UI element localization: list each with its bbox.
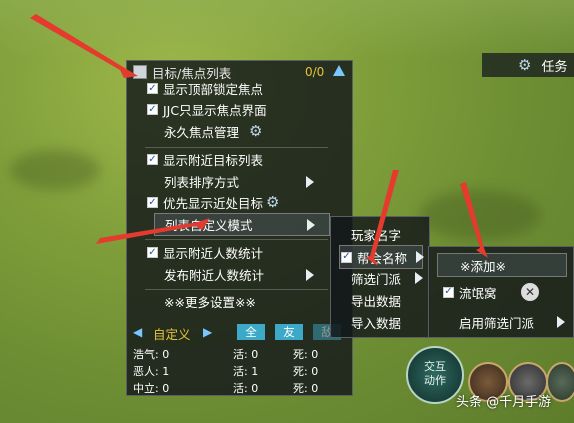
menu-item-show-top-lock[interactable]: ✓ 显示顶部锁定焦点 [147, 78, 263, 99]
target-count: 0/0 [305, 65, 325, 79]
menu-item-label: JJC只显示焦点界面 [163, 103, 267, 118]
menu-item-label: 帮会名称 [357, 250, 408, 266]
submenu-item-export-data[interactable]: 导出数据 [339, 289, 423, 311]
chevron-right-icon [307, 218, 315, 231]
menu-item-label: 显示附近目标列表 [163, 153, 264, 168]
menu-item-label: 导出数据 [351, 293, 402, 309]
submenu-item-guild-name[interactable]: ✓ 帮会名称 [339, 245, 424, 269]
divider [145, 239, 328, 240]
divider [145, 289, 328, 290]
menu-item-show-nearby-count[interactable]: ✓ 显示附近人数统计 [147, 242, 263, 263]
menu-item-show-nearby-targets[interactable]: ✓ 显示附近目标列表 [147, 149, 263, 170]
checkbox[interactable]: ✓ [341, 251, 352, 263]
watermark: 头条 @千月手游 [456, 395, 552, 410]
stat-cell: 中立: 0 [133, 382, 170, 395]
chevron-right-icon[interactable]: ▶ [203, 325, 212, 339]
gear-icon[interactable]: ⚙ [518, 57, 531, 73]
submenu-guild: ※添加※ ✓ 流氓窝 ✕ 启用筛选门派 [428, 246, 574, 338]
submenu-item-import-data[interactable]: 导入数据 [339, 311, 423, 333]
terrain-shadow [420, 190, 540, 240]
menu-item-publish-nearby-count[interactable]: 发布附近人数统计 [164, 264, 344, 285]
checkbox[interactable]: ✓ [443, 286, 454, 298]
target-focus-panel: 目标/焦点列表 0/0 ✓ 显示顶部锁定焦点 ✓ JJC只显示焦点界面 永久焦点… [126, 60, 353, 396]
stat-cell: 浩气: 0 [133, 348, 170, 361]
game-background [0, 0, 574, 60]
submenu-item-player-name[interactable]: 玩家名字 [339, 223, 423, 245]
menu-item-label: 流氓窝 [459, 285, 497, 301]
filter-mode: 自定义 [153, 327, 191, 342]
collapse-arrow-icon[interactable] [333, 65, 345, 76]
menu-item-sort-method[interactable]: 列表排序方式 [164, 171, 344, 192]
chevron-right-icon [557, 316, 565, 328]
stat-cell: 活: 1 [233, 365, 259, 378]
stat-cell: 活: 0 [233, 382, 259, 395]
chevron-right-icon [416, 251, 424, 263]
menu-item-label: 导入数据 [351, 315, 402, 331]
menu-item-label: ※添加※ [460, 258, 506, 274]
menu-item-custom-mode[interactable]: 列表自定义模式 [154, 213, 330, 236]
menu-item-permanent-focus[interactable]: 永久焦点管理 ⚙ [164, 121, 262, 142]
checkbox[interactable]: ✓ [147, 104, 158, 115]
menu-item-label: 启用筛选门派 [459, 315, 535, 331]
checkbox[interactable]: ✓ [147, 154, 158, 165]
checkbox[interactable]: ✓ [147, 83, 158, 94]
task-label: 任务 [541, 59, 568, 75]
gear-icon[interactable]: ⚙ [266, 195, 279, 210]
action-label-line1: 交互 [424, 360, 446, 373]
task-panel-header[interactable]: ⚙ 任务 [482, 53, 574, 77]
chevron-left-icon[interactable]: ◀ [133, 325, 142, 339]
submenu-item-add[interactable]: ※添加※ [437, 253, 567, 277]
submenu-custom-mode: 玩家名字 ✓ 帮会名称 筛选门派 导出数据 导入数据 [330, 216, 430, 338]
menu-item-label: 优先显示近处目标 [163, 196, 264, 211]
tab-all[interactable]: 全 [237, 324, 265, 340]
menu-item-label: ※※更多设置※※ [164, 295, 256, 310]
menu-item-label: 永久焦点管理 [164, 125, 240, 140]
stat-cell: 死: 0 [293, 348, 319, 361]
menu-item-label: 列表自定义模式 [165, 218, 253, 233]
menu-item-jjc-focus-only[interactable]: ✓ JJC只显示焦点界面 [147, 99, 267, 120]
submenu-item-enable-school-filter[interactable]: 启用筛选门派 [437, 311, 567, 333]
terrain-shadow [10, 150, 100, 190]
menu-item-prefer-near[interactable]: ✓ 优先显示近处目标 ⚙ [147, 192, 279, 213]
checkbox[interactable]: ✓ [147, 247, 158, 258]
chevron-right-icon [415, 272, 423, 284]
submenu-item-filter-school[interactable]: 筛选门派 [339, 267, 423, 289]
list-icon [133, 65, 147, 79]
menu-item-label: 显示附近人数统计 [163, 246, 264, 261]
stat-cell: 死: 0 [293, 365, 319, 378]
submenu-item-guild-entry[interactable]: ✓ 流氓窝 ✕ [437, 281, 567, 303]
chevron-right-icon [306, 268, 314, 281]
stat-cell: 活: 0 [233, 348, 259, 361]
delete-icon[interactable]: ✕ [521, 283, 539, 301]
menu-item-label: 显示顶部锁定焦点 [163, 82, 264, 97]
chevron-right-icon [306, 175, 314, 188]
menu-item-label: 列表排序方式 [164, 175, 240, 190]
tab-friend[interactable]: 友 [275, 324, 303, 340]
menu-item-more-settings[interactable]: ※※更多设置※※ [164, 291, 256, 312]
menu-item-label: 筛选门派 [351, 271, 402, 287]
gear-icon[interactable]: ⚙ [249, 124, 262, 139]
checkbox[interactable]: ✓ [147, 197, 158, 208]
menu-item-label: 玩家名字 [351, 227, 402, 243]
divider [145, 147, 328, 148]
filter-bar: ◀ 自定义 ▶ 全 友 敌 [127, 321, 354, 343]
action-label-line2: 动作 [424, 374, 446, 387]
stat-cell: 死: 0 [293, 382, 319, 395]
menu-item-label: 发布附近人数统计 [164, 268, 265, 283]
stat-cell: 恶人: 1 [133, 365, 170, 378]
